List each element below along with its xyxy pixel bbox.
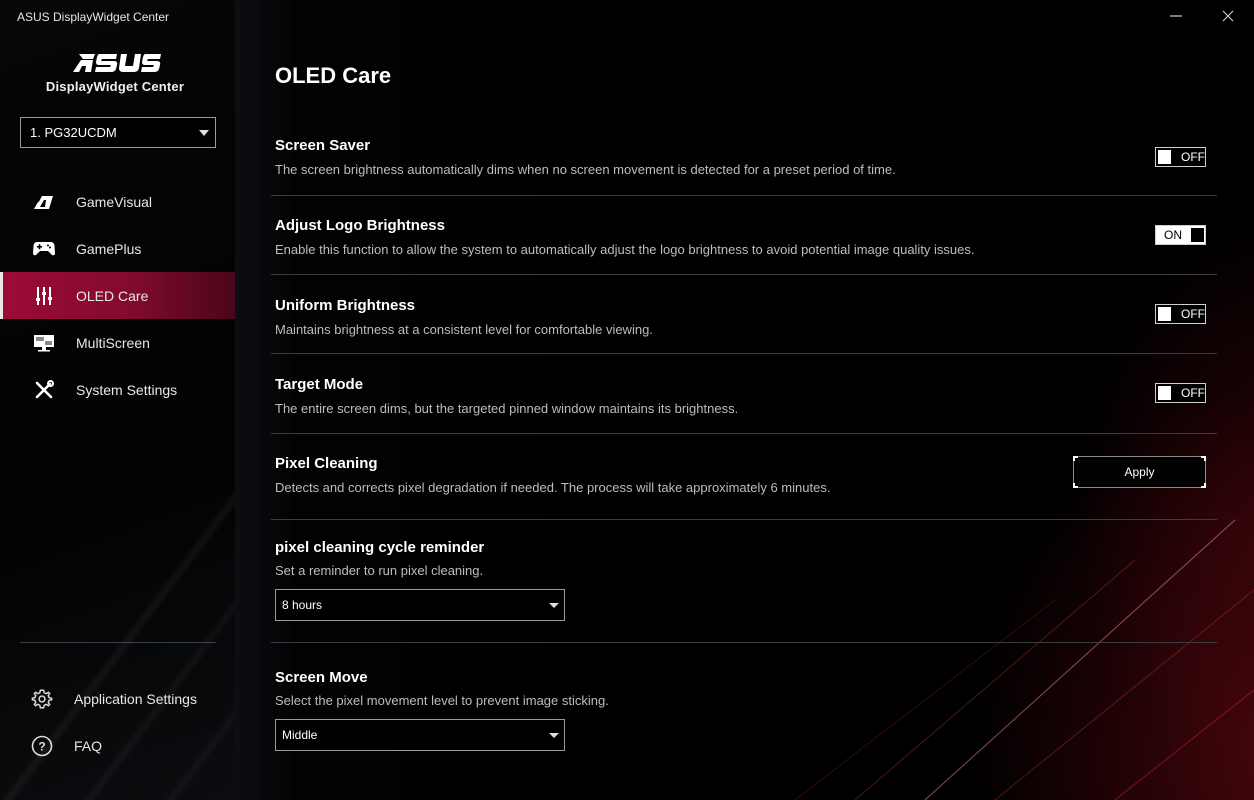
toggle-state: OFF [1181,307,1205,321]
setting-label: Adjust Logo Brightness [275,217,445,234]
toggle-knob [1158,307,1171,321]
apply-button-label: Apply [1124,465,1155,479]
screen-saver-toggle[interactable]: OFF [1155,147,1206,167]
pixel-cleaning-reminder-dropdown[interactable]: 8 hours [275,589,565,621]
window-controls [1150,0,1254,32]
page-title: OLED Care [275,63,392,88]
setting-description: The screen brightness automatically dims… [275,162,896,177]
sidebar-item-label: GameVisual [76,193,153,210]
svg-text:?: ? [38,739,45,753]
dropdown-value: 8 hours [282,598,323,612]
chevron-down-icon [199,130,209,136]
close-icon [1222,10,1234,22]
divider [271,353,1217,354]
setting-label: Target Mode [275,376,364,393]
target-mode-toggle[interactable]: OFF [1155,383,1206,403]
setting-description: Set a reminder to run pixel cleaning. [275,563,484,578]
dropdown-value: Middle [282,728,318,742]
sidebar-divider [20,642,216,643]
setting-description: The entire screen dims, but the targeted… [275,401,739,416]
app-title: ASUS DisplayWidget Center [17,10,170,24]
monitor-select[interactable]: 1. PG32UCDM [20,117,216,148]
background-streaks [794,519,1254,800]
main-panel: OLED Care Screen Saver The screen bright… [235,0,1254,800]
screen-move-dropdown[interactable]: Middle [275,719,565,751]
asus-logo-icon [73,54,161,72]
divider [271,195,1217,196]
monitor-select-value: 1. PG32UCDM [30,125,117,140]
toggle-knob [1158,150,1171,164]
divider [271,274,1217,275]
toggle-state: OFF [1181,386,1205,400]
sidebar-item-gamevisual[interactable]: GameVisual [0,178,235,225]
divider [271,519,1217,520]
multiscreen-icon [33,333,55,353]
sidebar-bottom-nav: Application Settings ? FAQ [0,675,235,769]
chevron-down-icon [549,603,559,608]
sidebar-item-label: MultiScreen [76,334,150,351]
faq-label: FAQ [74,737,103,754]
gamepad-icon [33,239,55,259]
sidebar-item-gameplus[interactable]: GamePlus [0,225,235,272]
setting-label: Uniform Brightness [275,297,416,314]
setting-label: pixel cleaning cycle reminder [275,539,485,556]
toggle-state: OFF [1181,150,1205,164]
sidebar-item-system-settings[interactable]: System Settings [0,366,235,413]
help-icon: ? [31,735,53,757]
minimize-button[interactable] [1150,0,1202,32]
toggle-knob [1191,228,1204,242]
setting-label: Screen Saver [275,137,371,154]
tools-icon [33,379,55,400]
sidebar-item-label: GamePlus [76,240,142,257]
application-settings-label: Application Settings [74,690,197,707]
setting-description: Maintains brightness at a consistent lev… [275,322,653,337]
sidebar-item-label: OLED Care [76,287,149,304]
gear-icon [31,688,53,710]
logo-subtitle: DisplayWidget Center [45,79,185,94]
sidebar: ASUS DisplayWidget Center DisplayWidget … [0,0,235,800]
close-button[interactable] [1202,0,1254,32]
divider [271,642,1217,643]
apply-button[interactable]: Apply [1073,456,1206,488]
application-settings-link[interactable]: Application Settings [0,675,235,722]
chevron-down-icon [549,733,559,738]
toggle-state: ON [1164,228,1182,242]
setting-description: Detects and corrects pixel degradation i… [275,480,831,495]
sidebar-nav: GameVisual GamePlus OLED Care MultiScree… [0,178,235,413]
gamevisual-icon [33,192,55,212]
setting-label: Screen Move [275,669,368,686]
uniform-brightness-toggle[interactable]: OFF [1155,304,1206,324]
setting-label: Pixel Cleaning [275,455,378,472]
minimize-icon [1170,15,1182,17]
sidebar-item-label: System Settings [76,381,178,398]
setting-description: Enable this function to allow the system… [275,242,975,257]
sidebar-item-oled-care[interactable]: OLED Care [0,272,235,319]
toggle-knob [1158,386,1171,400]
sliders-icon [33,286,55,306]
sidebar-item-multiscreen[interactable]: MultiScreen [0,319,235,366]
logo: DisplayWidget Center [0,52,230,94]
divider [271,433,1217,434]
adjust-logo-brightness-toggle[interactable]: ON [1155,225,1206,245]
setting-description: Select the pixel movement level to preve… [275,693,609,708]
faq-link[interactable]: ? FAQ [0,722,235,769]
